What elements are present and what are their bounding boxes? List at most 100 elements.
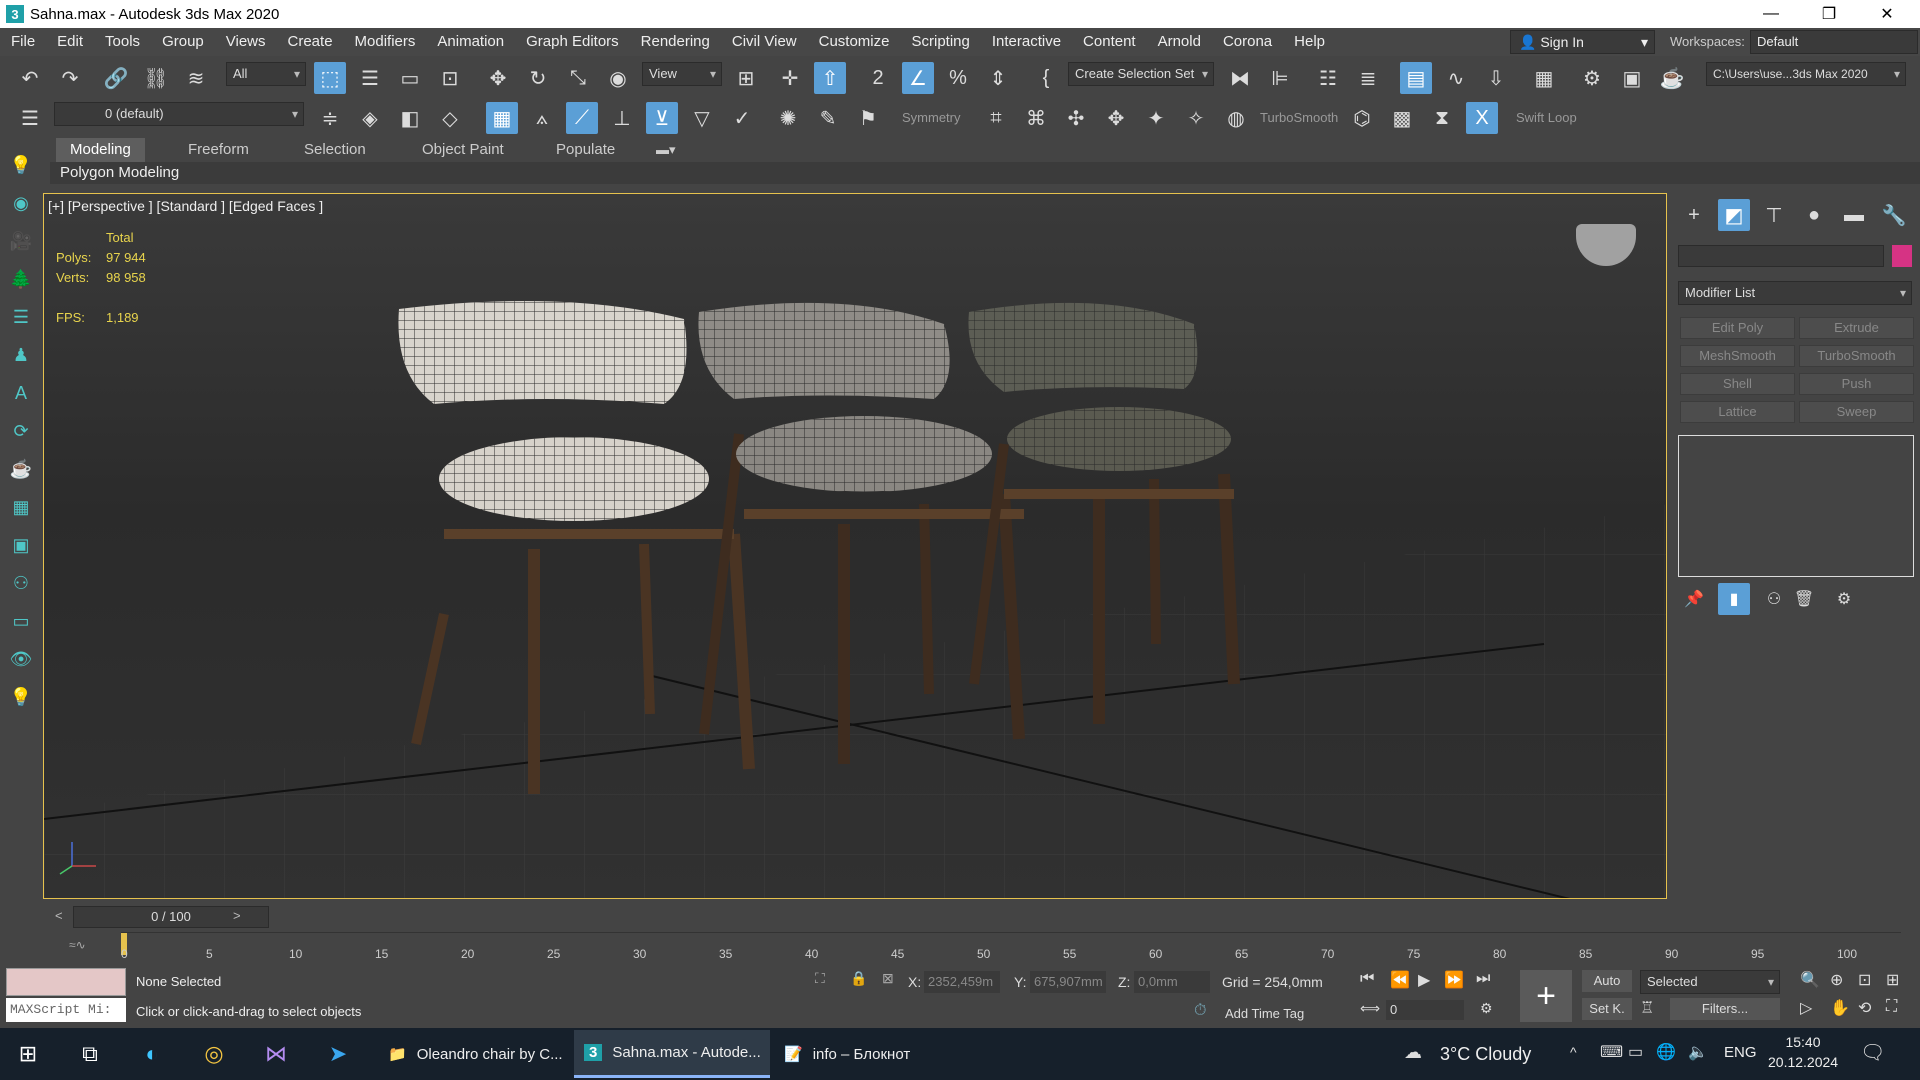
prev-key-icon[interactable]: ⏪ [1390, 970, 1410, 990]
placement-icon[interactable]: ◉ [602, 62, 634, 94]
maxscript-input[interactable]: MAXScript Mi: [6, 998, 126, 1022]
absolute-mode-icon[interactable]: ⊠ [882, 970, 894, 987]
vertex-snap-icon[interactable]: ⟑ [526, 102, 558, 134]
rect-selection-icon[interactable]: ▭ [394, 62, 426, 94]
turbosmooth-button[interactable]: TurboSmooth [1799, 345, 1914, 367]
menu-help[interactable]: Help [1283, 28, 1336, 56]
render-frame-icon[interactable]: ▣ [1616, 62, 1648, 94]
eye-icon[interactable]: 👁 [6, 644, 36, 674]
orbit-view-icon[interactable]: ⟲ [1858, 998, 1871, 1018]
zoom-extents-icon[interactable]: ⊡ [1858, 970, 1871, 990]
ribbon-options-icon[interactable]: ▬▾ [656, 142, 676, 158]
display-tab-icon[interactable]: ▬ [1838, 199, 1870, 231]
visual-studio-icon[interactable]: ⋈ [256, 1034, 296, 1074]
undo-icon[interactable]: ↶ [14, 62, 46, 94]
select-object-icon[interactable]: ⬚ [314, 62, 346, 94]
meshsmooth-button[interactable]: MeshSmooth [1680, 345, 1795, 367]
zoom-all-icon[interactable]: ⊕ [1830, 970, 1843, 990]
close-icon[interactable]: ✕ [1858, 0, 1916, 28]
pin-stack-icon[interactable]: 📌 [1678, 583, 1710, 615]
x-coordinate-field[interactable]: 2352,459m [924, 971, 1000, 993]
grid-snap-icon[interactable]: ▦ [486, 102, 518, 134]
menu-interactive[interactable]: Interactive [981, 28, 1072, 56]
utilities-tab-icon[interactable]: 🔧 [1878, 199, 1910, 231]
create-tab-icon[interactable]: + [1678, 199, 1710, 231]
text-icon[interactable]: A [6, 378, 36, 408]
modify-tab-icon[interactable]: ◩ [1718, 199, 1750, 231]
scene-canvas[interactable] [44, 194, 1667, 899]
show-end-result-icon[interactable]: ▮ [1718, 583, 1750, 615]
xray-icon[interactable]: X [1466, 102, 1498, 134]
camera-icon[interactable]: 🎥 [6, 226, 36, 256]
stack-icon[interactable]: ⧗ [1426, 102, 1458, 134]
layer-explorer-icon[interactable]: ≣ [1352, 62, 1384, 94]
modifier-icon-7[interactable]: ⌬ [1346, 102, 1378, 134]
face-snap-icon[interactable]: ⊥ [606, 102, 638, 134]
edit-poly-button[interactable]: Edit Poly [1680, 317, 1795, 339]
tab-selection[interactable]: Selection [290, 138, 380, 162]
configure-sets-icon[interactable]: ⚙ [1828, 583, 1860, 615]
align-icon[interactable]: ⊫ [1264, 62, 1296, 94]
polygon-modeling-panel[interactable]: Polygon Modeling [50, 162, 1920, 184]
object-name-field[interactable] [1678, 245, 1884, 267]
tree-icon[interactable]: 🌲 [6, 264, 36, 294]
mirror-icon[interactable]: ⧓ [1224, 62, 1256, 94]
menu-group[interactable]: Group [151, 28, 215, 56]
zoom-extents-all-icon[interactable]: ⊞ [1886, 970, 1899, 990]
battery-icon[interactable]: ▭ [1628, 1042, 1643, 1062]
layers-icon[interactable]: ◈ [354, 102, 386, 134]
ribbon-toggle-icon[interactable]: ▤ [1400, 62, 1432, 94]
material-editor-icon[interactable]: ▦ [1528, 62, 1560, 94]
network-icon[interactable]: 🌐 [1656, 1042, 1676, 1062]
volume-icon[interactable]: 🔈 [1688, 1042, 1708, 1062]
modifier-icon-2[interactable]: ⌘ [1020, 102, 1052, 134]
next-frame-icon[interactable]: > [233, 908, 241, 923]
modifier-icon-1[interactable]: ⌗ [980, 102, 1012, 134]
weather-icon[interactable]: ☁ [1404, 1042, 1422, 1063]
lock-icon[interactable]: 🔒 [850, 970, 867, 987]
lattice-button[interactable]: Lattice [1680, 401, 1795, 423]
edge-snap-icon[interactable]: ⟋ [566, 102, 598, 134]
menu-corona[interactable]: Corona [1212, 28, 1283, 56]
pivot-center-icon[interactable]: ⊞ [730, 62, 762, 94]
modifier-icon-5[interactable]: ✦ [1140, 102, 1172, 134]
add-to-layer-icon[interactable]: ◧ [394, 102, 426, 134]
polygon-tool-icon[interactable]: ▽ [686, 102, 718, 134]
motion-tab-icon[interactable]: ● [1798, 199, 1830, 231]
toolbar-menu-icon[interactable]: ☰ [14, 102, 46, 134]
angle-snap-icon[interactable]: ∠ [902, 62, 934, 94]
menu-graph-editors[interactable]: Graph Editors [515, 28, 630, 56]
workspace-select[interactable]: Default [1750, 30, 1918, 54]
orbit-icon[interactable]: ⟳ [6, 416, 36, 446]
render-setup-icon[interactable]: ⚙ [1576, 62, 1608, 94]
menu-scripting[interactable]: Scripting [900, 28, 980, 56]
snaps-toggle-icon[interactable]: 2 [862, 62, 894, 94]
modifier-stack[interactable] [1678, 435, 1914, 577]
menu-civil-view[interactable]: Civil View [721, 28, 808, 56]
key-filter-dropdown[interactable]: Selected [1640, 970, 1780, 994]
percent-snap-icon[interactable]: % [942, 62, 974, 94]
goto-start-icon[interactable]: ⏮ [1360, 970, 1374, 988]
chrome-icon[interactable]: ◎ [194, 1034, 234, 1074]
frame-icon[interactable]: ▭ [6, 606, 36, 636]
menu-modifiers[interactable]: Modifiers [344, 28, 427, 56]
menu-edit[interactable]: Edit [46, 28, 94, 56]
y-coordinate-field[interactable]: 675,907mm [1030, 971, 1106, 993]
unlink-icon[interactable]: ⛓ [140, 62, 172, 94]
isolate-icon[interactable]: ⛶ [815, 970, 825, 987]
rotate-icon[interactable]: ↻ [522, 62, 554, 94]
figure-icon[interactable]: ♟ [6, 340, 36, 370]
key-mode-icon[interactable]: ⟺ [1360, 1000, 1380, 1017]
window-crossing-icon[interactable]: ⊡ [434, 62, 466, 94]
turbosmooth-label[interactable]: TurboSmooth [1260, 110, 1338, 125]
object-color-swatch[interactable] [1892, 245, 1912, 267]
list-icon[interactable]: ☰ [6, 302, 36, 332]
modifier-icon-3[interactable]: ✣ [1060, 102, 1092, 134]
goto-end-icon[interactable]: ⏭ [1476, 970, 1490, 988]
pan-icon[interactable]: ✋ [1830, 998, 1850, 1018]
modifier-list-dropdown[interactable]: Modifier List [1678, 281, 1912, 305]
key-mode-toggle-icon[interactable]: ♖ [1640, 998, 1654, 1018]
symmetry-label[interactable]: Symmetry [902, 110, 961, 125]
modifier-icon-4[interactable]: ✥ [1100, 102, 1132, 134]
perspective-viewport[interactable]: [+] [Perspective ] [Standard ] [Edged Fa… [43, 193, 1667, 899]
